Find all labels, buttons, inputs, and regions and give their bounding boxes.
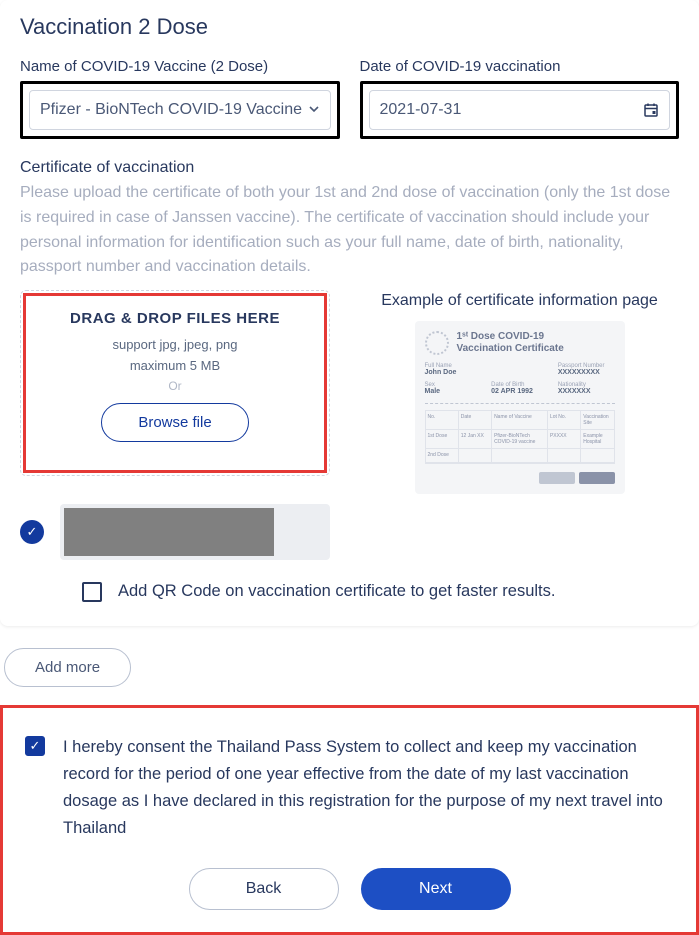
consent-highlight-box: ✓ I hereby consent the Thailand Pass Sys… — [0, 705, 699, 935]
certificate-label: Certificate of vaccination — [20, 159, 679, 177]
vaccine-date-label: Date of COVID-19 vaccination — [360, 58, 680, 75]
seal-icon — [425, 331, 449, 355]
consent-text: I hereby consent the Thailand Pass Syste… — [63, 734, 674, 843]
consent-checkbox[interactable]: ✓ — [25, 736, 45, 756]
example-column: Example of certificate information page … — [360, 290, 679, 493]
uploaded-file-chip[interactable] — [60, 504, 330, 560]
vaccine-name-highlight: Pfizer - BioNTech COVID-19 Vaccine — [20, 81, 340, 139]
browse-file-button[interactable]: Browse file — [101, 403, 248, 442]
back-button[interactable]: Back — [189, 868, 339, 910]
example-info-grid: Full NameJohn Doe Passport NumberXXXXXXX… — [425, 363, 615, 395]
qr-checkbox[interactable] — [82, 582, 102, 602]
qr-label: Add QR Code on vaccination certificate t… — [118, 582, 555, 601]
upload-or: Or — [40, 379, 310, 393]
section-title: Vaccination 2 Dose — [20, 14, 679, 40]
qr-option-row: Add QR Code on vaccination certificate t… — [82, 582, 679, 602]
vaccine-date-highlight: 2021-07-31 — [360, 81, 680, 139]
example-heading-line1: 1ˢᵗ Dose COVID-19 — [457, 331, 545, 342]
next-button[interactable]: Next — [361, 868, 511, 910]
upload-title: DRAG & DROP FILES HERE — [40, 310, 310, 327]
check-circle-icon: ✓ — [20, 520, 44, 544]
vaccine-name-select[interactable]: Pfizer - BioNTech COVID-19 Vaccine — [29, 90, 331, 130]
vaccine-name-label: Name of COVID-19 Vaccine (2 Dose) — [20, 58, 340, 75]
calendar-icon — [643, 102, 659, 118]
example-title: Example of certificate information page — [360, 290, 679, 312]
nav-buttons-row: Back Next — [25, 868, 674, 910]
upload-formats: support jpg, jpeg, png — [40, 337, 310, 352]
example-heading-line2: Vaccination Certificate — [457, 343, 564, 354]
example-table: No. Date Name of Vaccine Lot No. Vaccina… — [425, 410, 615, 464]
uploaded-file-row: ✓ — [20, 504, 679, 560]
upload-max: maximum 5 MB — [40, 358, 310, 373]
example-heading: 1ˢᵗ Dose COVID-19 Vaccination Certificat… — [457, 331, 564, 355]
chevron-down-icon — [308, 102, 320, 118]
vaccine-date-field: Date of COVID-19 vaccination 2021-07-31 — [360, 58, 680, 139]
add-more-button[interactable]: Add more — [4, 648, 131, 687]
consent-row: ✓ I hereby consent the Thailand Pass Sys… — [25, 734, 674, 843]
vaccine-fields-row: Name of COVID-19 Vaccine (2 Dose) Pfizer… — [20, 58, 679, 139]
vaccination-dose-card: Vaccination 2 Dose Name of COVID-19 Vacc… — [0, 0, 699, 626]
vaccine-date-input[interactable]: 2021-07-31 — [369, 90, 671, 130]
vaccine-name-field: Name of COVID-19 Vaccine (2 Dose) Pfizer… — [20, 58, 340, 139]
vaccine-name-value: Pfizer - BioNTech COVID-19 Vaccine — [40, 101, 302, 119]
example-button-placeholder — [539, 472, 575, 484]
certificate-section: Certificate of vaccination Please upload… — [20, 159, 679, 602]
uploaded-thumbnail — [64, 508, 274, 556]
example-certificate-card: 1ˢᵗ Dose COVID-19 Vaccination Certificat… — [415, 321, 625, 494]
upload-dashed-box: DRAG & DROP FILES HERE support jpg, jpeg… — [20, 290, 330, 476]
example-button-placeholder — [579, 472, 615, 484]
vaccine-date-value: 2021-07-31 — [380, 101, 462, 119]
certificate-desc: Please upload the certificate of both yo… — [20, 181, 679, 280]
upload-dropzone[interactable]: DRAG & DROP FILES HERE support jpg, jpeg… — [23, 293, 327, 473]
upload-row: DRAG & DROP FILES HERE support jpg, jpeg… — [20, 290, 679, 493]
